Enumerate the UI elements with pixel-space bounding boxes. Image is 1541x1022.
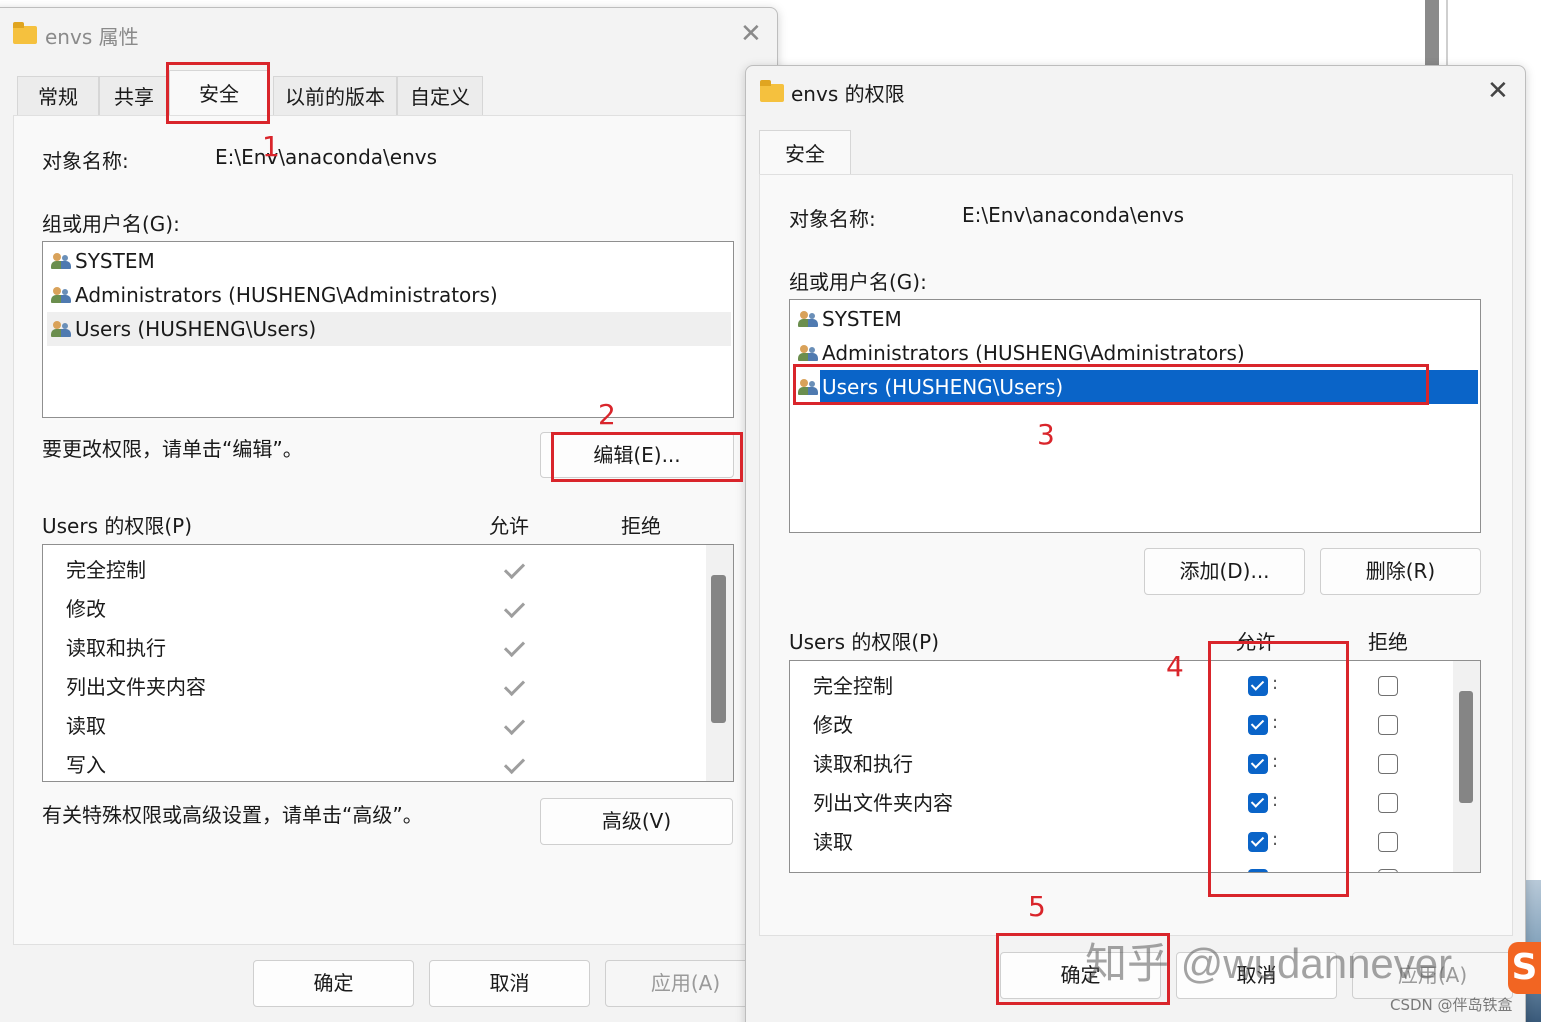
allow-check-icon [503,668,531,706]
permission-row: 读取和执行 [813,752,913,776]
advanced-hint: 有关特殊权限或高级设置，请单击“高级”。 [42,803,423,827]
allow-check-icon [503,746,531,781]
permissions-list: 完全控制 修改 读取和执行 列出文件夹内容 读取 [789,660,1481,873]
deny-header: 拒绝 [1368,630,1408,654]
annotation-number: 5 [1028,890,1046,923]
users-icon [51,321,73,337]
sohu-logo-icon: S [1508,942,1541,994]
allow-checkbox-label: : [1272,790,1279,811]
permission-row: 列出文件夹内容 [66,675,206,699]
allow-checkbox-label: : [1272,751,1279,772]
permission-row: 完全控制 [66,558,146,582]
allow-checkbox-label: : [1272,712,1279,733]
annotation-box-users-entry [793,364,1429,405]
permission-row: 读取和执行 [66,636,166,660]
annotation-box-allow-column [1208,641,1349,897]
add-button[interactable]: 添加(D)... [1144,548,1305,595]
users-icon [798,311,820,327]
permission-row: 修改 [66,597,106,621]
remove-button[interactable]: 删除(R) [1320,548,1481,595]
csdn-watermark: CSDN @伴岛铁盒 [1390,996,1513,1014]
allow-header: 允许 [489,514,529,538]
window-title: envs 的权限 [791,82,905,106]
permission-row: 读取 [813,830,853,854]
allow-check-icon [503,551,531,589]
folder-icon [760,80,784,102]
list-item[interactable]: Administrators (HUSHENG\Administrators) [47,278,731,312]
tab-previous-versions[interactable]: 以前的版本 [273,76,397,116]
close-icon[interactable]: ✕ [1487,78,1509,104]
tab-security[interactable]: 安全 [759,130,851,176]
annotation-number: 2 [598,398,616,431]
close-icon[interactable]: ✕ [740,21,762,47]
users-icon [51,253,73,269]
permissions-list: 完全控制 修改 读取和执行 列出文件夹内容 读取 写入 [42,544,734,782]
permission-row: 修改 [813,713,853,737]
group-users-list[interactable]: SYSTEM Administrators (HUSHENG\Administr… [42,241,734,418]
object-name-label: 对象名称: [789,207,876,231]
deny-checkbox[interactable] [1378,676,1398,696]
allow-checkbox-label: : [1272,673,1279,694]
user-name: Administrators (HUSHENG\Administrators) [822,341,1245,365]
group-users-label: 组或用户名(G): [42,212,180,236]
allow-check-icon [503,590,531,628]
deny-checkbox[interactable] [1378,754,1398,774]
deny-checkbox[interactable] [1378,869,1398,872]
user-name: SYSTEM [822,307,902,331]
users-icon [51,287,73,303]
deny-header: 拒绝 [621,514,661,538]
zhihu-watermark: 知乎 @wudannever [1085,940,1453,987]
permission-row: 列出文件夹内容 [813,791,953,815]
permissions-title: Users 的权限(P) [789,630,940,654]
permission-row: 读取 [66,714,106,738]
annotation-number: 4 [1166,650,1184,683]
allow-check-icon [503,707,531,745]
cancel-button[interactable]: 取消 [429,960,590,1007]
user-name: Users (HUSHENG\Users) [75,317,317,341]
annotation-number: 3 [1037,418,1055,451]
allow-check-icon [503,629,531,667]
object-name-value: E:\Env\anaconda\envs [215,145,438,169]
annotation-box-security-tab [166,62,270,124]
title-bar: envs 的权限 ✕ [746,66,1525,118]
background-divider [1446,0,1448,70]
window-title: envs 属性 [45,25,139,49]
permission-row: 写入 [66,753,106,777]
deny-checkbox[interactable] [1378,715,1398,735]
title-bar: envs 属性 ✕ [0,8,777,60]
group-users-label: 组或用户名(G): [789,270,927,294]
background-scrollbar [1425,0,1439,70]
annotation-box-edit-button [551,432,743,482]
permissions-title: Users 的权限(P) [42,514,193,538]
list-item[interactable]: SYSTEM [794,302,1478,336]
list-item[interactable]: SYSTEM [47,244,731,278]
permissions-scroll-thumb[interactable] [1459,691,1473,803]
allow-checkbox-label: : [1272,829,1279,850]
tab-sharing[interactable]: 共享 [99,76,169,116]
object-name-value: E:\Env\anaconda\envs [962,203,1185,227]
advanced-button[interactable]: 高级(V) [540,798,733,845]
object-name-label: 对象名称: [42,149,129,173]
deny-checkbox[interactable] [1378,793,1398,813]
edit-hint: 要更改权限，请单击“编辑”。 [42,437,303,461]
group-users-list[interactable]: SYSTEM Administrators (HUSHENG\Administr… [789,299,1481,533]
tab-customize[interactable]: 自定义 [397,76,483,116]
annotation-number: 1 [262,130,280,163]
tab-general[interactable]: 常规 [17,76,99,116]
permissions-scroll-thumb[interactable] [711,575,726,723]
folder-icon [13,22,37,44]
list-item-selected[interactable]: Users (HUSHENG\Users) [47,312,731,346]
user-name: Administrators (HUSHENG\Administrators) [75,283,498,307]
ok-button[interactable]: 确定 [253,960,414,1007]
deny-checkbox[interactable] [1378,832,1398,852]
user-name: SYSTEM [75,249,155,273]
users-icon [798,345,820,361]
apply-button[interactable]: 应用(A) [605,960,766,1007]
permission-row: 完全控制 [813,674,893,698]
